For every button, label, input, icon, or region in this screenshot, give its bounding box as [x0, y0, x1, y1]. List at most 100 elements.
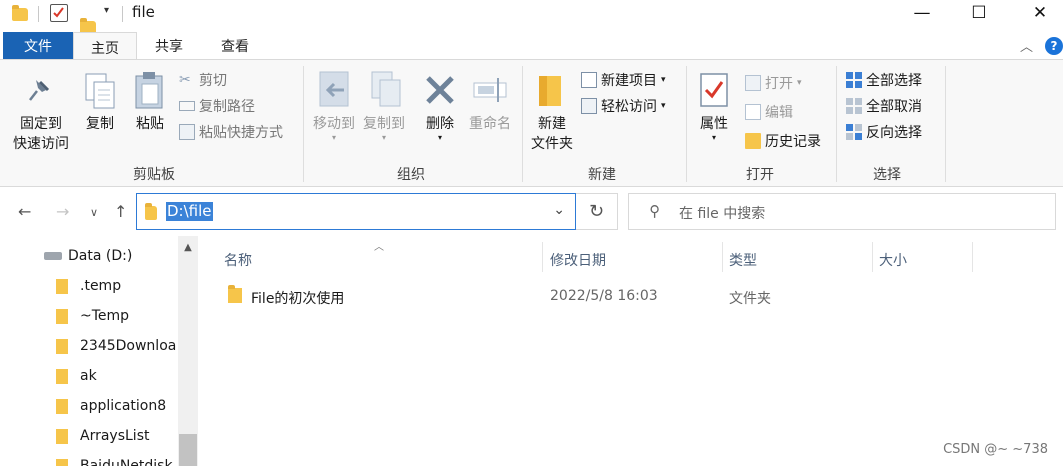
- properties-label: 属性: [700, 116, 728, 132]
- forward-arrow-icon[interactable]: →: [56, 202, 69, 221]
- edit-button[interactable]: 编辑: [745, 101, 793, 123]
- easy-access-label: 轻松访问: [601, 99, 657, 115]
- group-label-open: 打开: [746, 167, 774, 183]
- group-separator: [836, 66, 837, 182]
- properties-button[interactable]: 属性 ▾: [692, 114, 736, 142]
- properties-check-icon[interactable]: [50, 4, 68, 22]
- group-separator: [303, 66, 304, 182]
- refresh-button[interactable]: ↻: [576, 193, 618, 230]
- copy-to-button[interactable]: 复制到 ▾: [356, 114, 412, 142]
- file-name[interactable]: File的初次使用: [251, 288, 344, 308]
- help-icon[interactable]: ?: [1045, 37, 1063, 55]
- search-icon: ⚲: [649, 202, 660, 220]
- folder-icon: [145, 203, 157, 220]
- cut-button[interactable]: ✂ 剪切: [179, 69, 227, 91]
- up-arrow-icon[interactable]: ↑: [114, 202, 127, 221]
- dropdown-icon: ▾: [661, 101, 666, 111]
- folder-icon: [56, 398, 68, 414]
- search-placeholder: 在 file 中搜索: [679, 206, 766, 222]
- column-divider[interactable]: [872, 242, 873, 272]
- select-all-button[interactable]: 全部选择: [846, 69, 922, 91]
- tab-home[interactable]: 主页: [73, 32, 137, 62]
- paste-shortcut-icon: [179, 124, 195, 140]
- title-bar: ▾ file — ☐ ✕: [0, 0, 1063, 34]
- edit-icon: [745, 104, 761, 120]
- select-none-button[interactable]: 全部取消: [846, 95, 922, 117]
- new-item-label: 新建项目: [601, 73, 657, 89]
- move-to-icon: [318, 70, 352, 114]
- group-separator: [686, 66, 687, 182]
- tree-item-drive[interactable]: Data (D:): [44, 244, 132, 268]
- divider: [38, 6, 39, 22]
- tab-file[interactable]: 文件: [3, 32, 73, 60]
- pin-icon: [26, 76, 54, 110]
- paste-button[interactable]: 粘贴: [128, 114, 172, 134]
- scrollbar-thumb[interactable]: [179, 434, 197, 466]
- column-header-type[interactable]: 类型: [729, 250, 757, 270]
- recent-locations-chevron-icon[interactable]: ∨: [90, 206, 98, 219]
- move-to-button[interactable]: 移动到 ▾: [306, 114, 362, 142]
- history-icon: [745, 133, 761, 149]
- copy-to-icon: [370, 70, 404, 114]
- invert-selection-button[interactable]: 反向选择: [846, 121, 922, 143]
- open-label: 打开: [765, 76, 793, 92]
- tree-item-label: ArraysList: [80, 428, 150, 444]
- new-item-button[interactable]: 新建项目 ▾: [581, 69, 666, 91]
- new-folder-line1: 新建: [538, 116, 566, 132]
- tree-item-folder[interactable]: application8: [56, 394, 166, 418]
- dropdown-icon: ▾: [437, 133, 442, 142]
- folder-icon: [56, 458, 68, 466]
- column-divider[interactable]: [722, 242, 723, 272]
- tree-item-folder[interactable]: ~Temp: [56, 304, 129, 328]
- column-divider[interactable]: [542, 242, 543, 272]
- paste-shortcut-button[interactable]: 粘贴快捷方式: [179, 121, 283, 143]
- customize-quick-access-icon[interactable]: ▾: [104, 5, 109, 16]
- tab-view[interactable]: 查看: [201, 32, 269, 60]
- delete-button[interactable]: 删除 ▾: [418, 114, 462, 142]
- copy-button[interactable]: 复制: [80, 114, 120, 134]
- new-folder-line2: 文件夹: [531, 136, 573, 152]
- close-button[interactable]: ✕: [1017, 0, 1063, 26]
- maximize-button[interactable]: ☐: [956, 0, 1002, 26]
- tree-item-folder[interactable]: ArraysList: [56, 424, 149, 448]
- tree-item-folder[interactable]: 2345Downloa: [56, 334, 176, 358]
- copy-path-label: 复制路径: [199, 99, 255, 115]
- tree-item-folder[interactable]: BaiduNetdisk: [56, 454, 173, 466]
- tree-item-folder[interactable]: .temp: [56, 274, 121, 298]
- new-folder-button[interactable]: 新建 文件夹: [526, 114, 578, 154]
- tab-share[interactable]: 共享: [137, 32, 201, 60]
- copy-path-button[interactable]: 复制路径: [179, 95, 255, 117]
- history-label: 历史记录: [765, 134, 821, 150]
- tree-item-folder[interactable]: ak: [56, 364, 97, 388]
- minimize-button[interactable]: —: [899, 0, 945, 26]
- back-arrow-icon[interactable]: ←: [18, 202, 31, 221]
- column-header-size[interactable]: 大小: [879, 250, 907, 270]
- folder-icon: [56, 368, 68, 384]
- column-header-name[interactable]: 名称: [224, 250, 252, 270]
- file-type: 文件夹: [729, 291, 771, 307]
- rename-button[interactable]: 重命名: [464, 114, 516, 134]
- address-path[interactable]: D:\file: [166, 202, 213, 221]
- dropdown-icon: ▾: [711, 133, 716, 142]
- folder-icon: [56, 308, 68, 324]
- column-divider[interactable]: [972, 242, 973, 272]
- pin-quick-access-button[interactable]: 固定到 快速访问: [8, 114, 74, 154]
- address-dropdown-chevron-icon[interactable]: ⌄: [553, 202, 565, 218]
- folder-icon: [56, 278, 68, 294]
- dropdown-icon: ▾: [381, 133, 386, 142]
- search-box[interactable]: ⚲ 在 file 中搜索: [628, 193, 1056, 230]
- collapse-ribbon-icon[interactable]: ︿: [1020, 36, 1033, 55]
- dropdown-icon: ▾: [661, 75, 666, 85]
- nav-pane-scrollbar[interactable]: ▲: [178, 236, 198, 466]
- new-folder-icon: [537, 72, 565, 112]
- folder-icon: [56, 338, 68, 354]
- easy-access-icon: [581, 98, 597, 114]
- group-label-new: 新建: [588, 167, 616, 183]
- scroll-up-arrow-icon[interactable]: ▲: [178, 242, 198, 253]
- open-button[interactable]: 打开 ▾: [745, 72, 802, 94]
- group-separator: [522, 66, 523, 182]
- easy-access-button[interactable]: 轻松访问 ▾: [581, 95, 666, 117]
- column-header-modified[interactable]: 修改日期: [550, 250, 606, 270]
- history-button[interactable]: 历史记录: [745, 130, 821, 152]
- address-bar[interactable]: D:\file ⌄: [136, 193, 576, 230]
